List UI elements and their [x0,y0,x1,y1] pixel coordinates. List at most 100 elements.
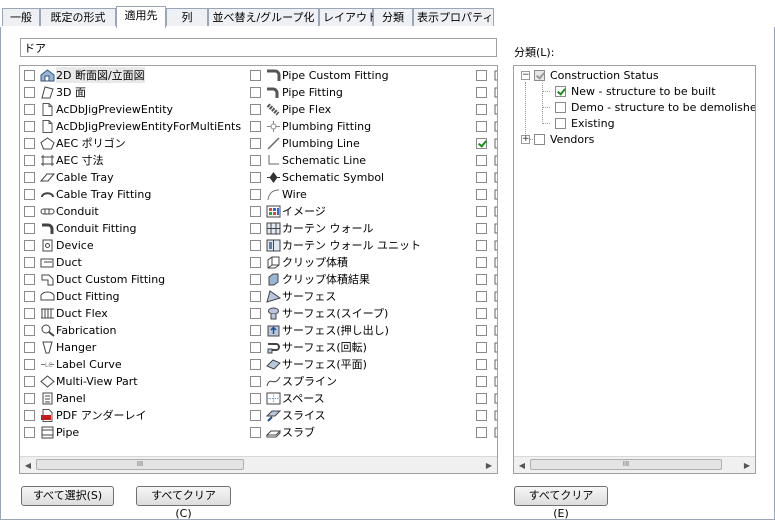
object-list-item[interactable]: スプライン [250,373,337,389]
object-checkbox[interactable] [476,120,487,132]
object-list-item[interactable] [476,254,497,270]
object-checkbox[interactable] [476,375,487,387]
category-checkbox[interactable] [555,101,566,113]
object-list-item[interactable]: Duct [24,254,82,270]
category-tree[interactable]: − Construction Status New - structure to b… [513,65,756,474]
object-list-item[interactable] [476,101,497,117]
object-checkbox[interactable] [476,205,487,217]
object-list-item[interactable] [476,237,497,253]
object-list-item[interactable]: Duct Custom Fitting [24,271,165,287]
object-checkbox[interactable] [24,120,35,132]
object-checkbox[interactable] [24,375,35,387]
object-checkbox[interactable] [250,86,261,98]
object-list-item[interactable]: クリップ体積結果 [250,271,370,287]
object-checkbox[interactable] [24,409,35,421]
object-checkbox[interactable] [24,290,35,302]
object-list-item[interactable]: Hanger [24,339,96,355]
category-tree-item[interactable]: − Construction Status [521,67,659,83]
object-checkbox[interactable] [476,239,487,251]
search-input[interactable] [20,38,497,57]
object-checkbox[interactable] [476,256,487,268]
scrollbar-thumb[interactable]: III [530,459,722,470]
category-checkbox[interactable] [534,133,545,145]
object-list-item[interactable] [476,118,497,134]
object-list-item[interactable] [476,424,497,440]
object-checkbox[interactable] [250,409,261,421]
object-checkbox[interactable] [250,137,261,149]
object-list-item[interactable]: AEC ポリゴン [24,135,126,151]
object-checkbox[interactable] [476,137,487,149]
object-list-item[interactable] [476,169,497,185]
object-list-item[interactable] [476,373,497,389]
object-list-item[interactable]: Multi-View Part [24,373,138,389]
tab-columns[interactable]: 列 [166,8,208,26]
object-list-item[interactable]: スラブ [250,424,315,440]
scroll-right-arrow-icon[interactable]: ▶ [739,457,755,473]
object-checkbox[interactable] [476,69,487,81]
object-checkbox[interactable] [250,154,261,166]
object-list-item[interactable]: Conduit Fitting [24,220,136,236]
object-list-item[interactable]: Pipe Flex [250,101,331,117]
scroll-right-arrow-icon[interactable]: ▶ [481,457,497,473]
object-list-item[interactable]: Wire [250,186,307,202]
object-checkbox[interactable] [476,341,487,353]
object-list-item[interactable]: 3D 面 [24,84,86,100]
tab-sorting-grouping[interactable]: 並べ替え/グループ化 [208,8,319,26]
object-checkbox[interactable] [24,426,35,438]
tab-general[interactable]: 一般 [2,8,40,26]
object-checkbox[interactable] [24,392,35,404]
object-list-item[interactable] [476,322,497,338]
object-list-item[interactable]: Cable Tray Fitting [24,186,151,202]
object-checkbox[interactable] [250,69,261,81]
object-list-item[interactable]: Plumbing Line [250,135,360,151]
object-checkbox[interactable] [24,154,35,166]
object-list-item[interactable]: Schematic Symbol [250,169,384,185]
object-list-item[interactable] [476,203,497,219]
object-list-item[interactable]: サーフェス(回転) [250,339,367,355]
object-list-horizontal-scrollbar[interactable]: ◀ III ▶ [20,456,497,473]
object-checkbox[interactable] [250,307,261,319]
tab-default-format[interactable]: 既定の形式 [40,8,116,26]
object-checkbox[interactable] [250,222,261,234]
object-list-item[interactable] [476,152,497,168]
object-checkbox[interactable] [24,324,35,336]
object-checkbox[interactable] [24,307,35,319]
object-list-item[interactable] [476,135,497,151]
tab-layout[interactable]: レイアウト [319,8,378,26]
object-list-item[interactable]: PDF アンダーレイ [24,407,147,423]
object-checkbox[interactable] [250,426,261,438]
object-checkbox[interactable] [250,273,261,285]
object-checkbox[interactable] [24,358,35,370]
object-list-item[interactable]: 2D 断面図/立面図 [24,67,145,83]
object-list-item[interactable]: Pipe [24,424,79,440]
object-checkbox[interactable] [250,239,261,251]
object-list-item[interactable]: サーフェス [250,288,336,304]
scroll-left-arrow-icon[interactable]: ◀ [20,457,36,473]
object-checkbox[interactable] [250,205,261,217]
object-list-item[interactable]: クリップ体積 [250,254,348,270]
object-checkbox[interactable] [476,358,487,370]
object-list-item[interactable]: カーテン ウォール ユニット [250,237,421,253]
category-tree-item[interactable]: Demo - structure to be demolished [555,99,755,115]
object-checkbox[interactable] [24,205,35,217]
object-checkbox[interactable] [24,86,35,98]
object-checkbox[interactable] [250,120,261,132]
object-checkbox[interactable] [476,222,487,234]
object-checkbox[interactable] [476,188,487,200]
object-list-item[interactable]: Pipe Fitting [250,84,343,100]
object-list-item[interactable] [476,186,497,202]
object-checkbox[interactable] [476,426,487,438]
object-checkbox[interactable] [24,256,35,268]
object-checkbox[interactable] [24,239,35,251]
object-list-item[interactable]: Schematic Line [250,152,366,168]
object-checkbox[interactable] [250,188,261,200]
object-checkbox[interactable] [476,86,487,98]
object-list-item[interactable]: サーフェス(押し出し) [250,322,389,338]
category-tree-item[interactable]: + Vendors [521,131,594,147]
object-checkbox[interactable] [476,171,487,183]
object-list-item[interactable] [476,271,497,287]
object-type-list[interactable]: 2D 断面図/立面図 3D 面 AcDbJigPreviewEntity AcDbJi… [19,65,498,474]
object-list-item[interactable] [476,339,497,355]
object-list-item[interactable] [476,390,497,406]
object-checkbox[interactable] [250,290,261,302]
